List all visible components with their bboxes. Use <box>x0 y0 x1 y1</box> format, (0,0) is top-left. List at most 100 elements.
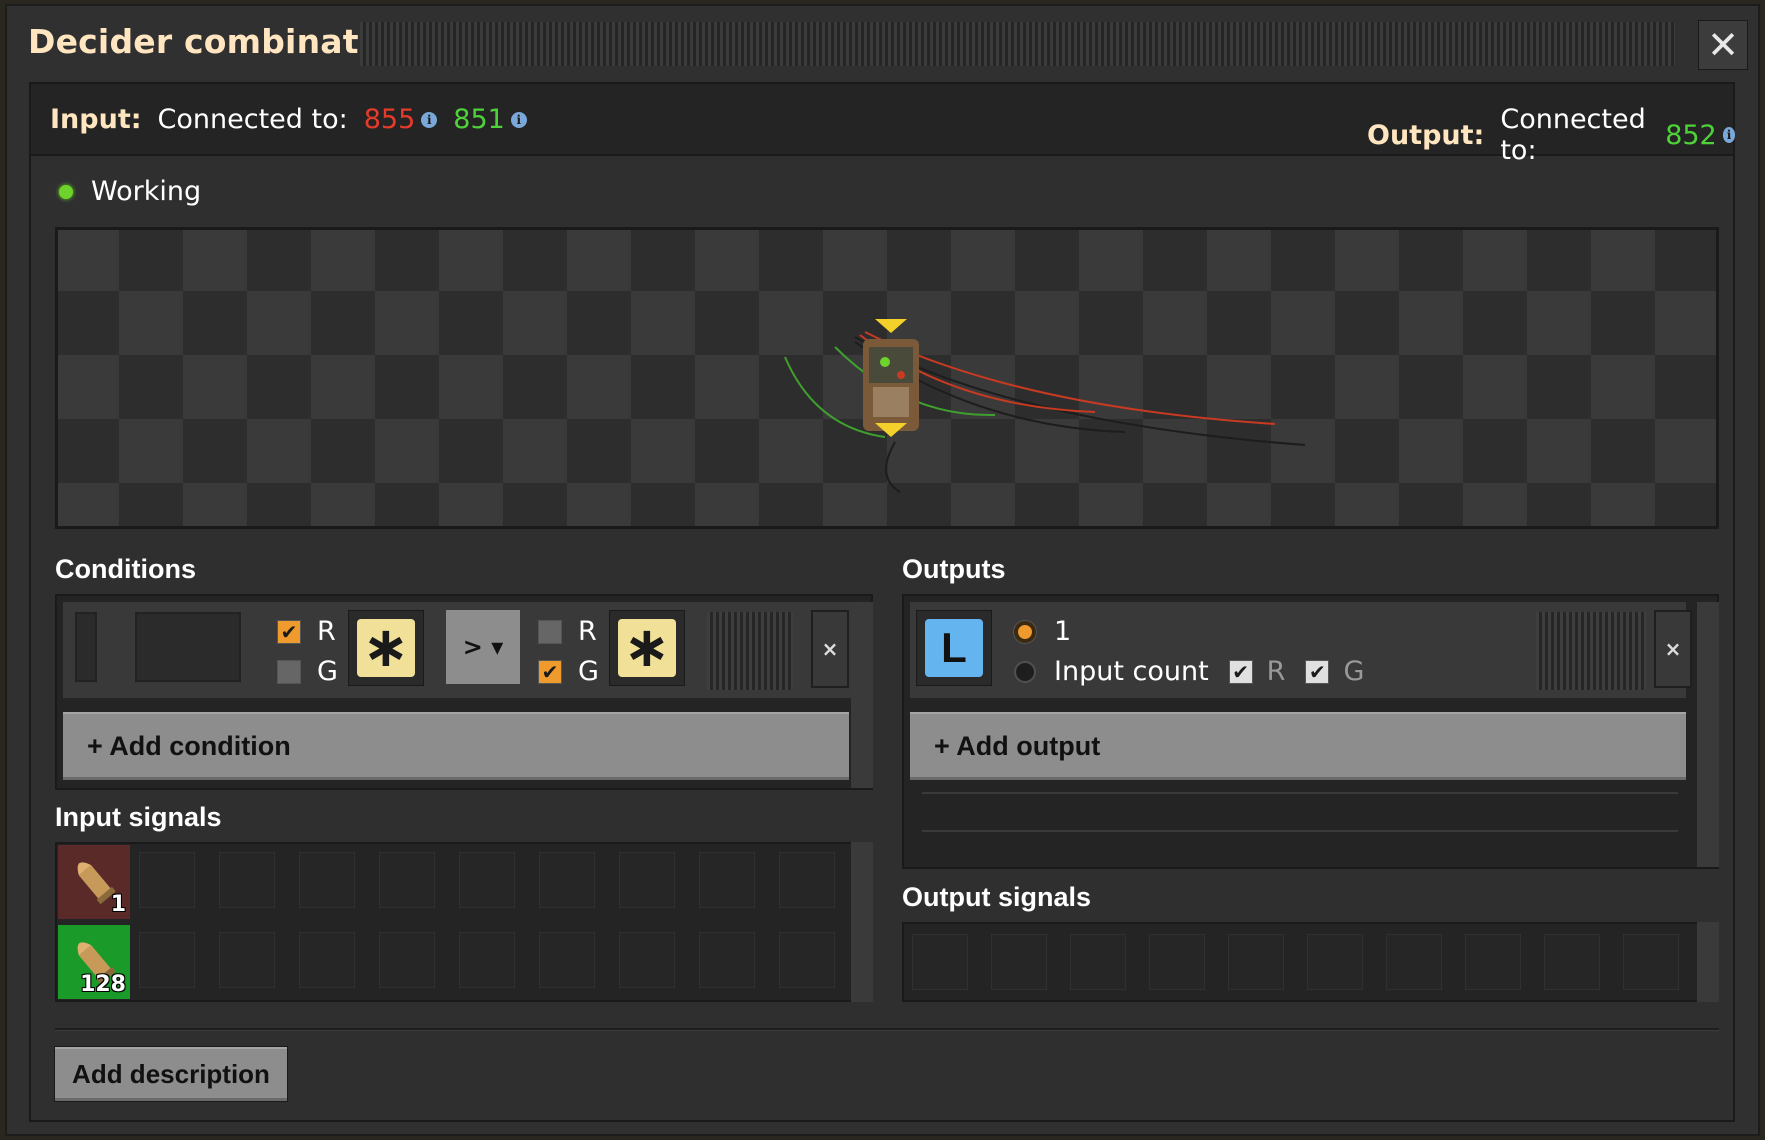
green-wire-label: G <box>578 656 599 687</box>
window-title: Decider combinator <box>28 22 399 61</box>
checkbox-empty-icon[interactable] <box>538 619 562 644</box>
signal-slot <box>379 852 435 908</box>
drag-handle[interactable] <box>360 22 1675 66</box>
info-icon[interactable]: i <box>1722 127 1736 143</box>
right-signal-button[interactable]: ∗ <box>609 610 685 686</box>
output-signals-heading: Output signals <box>902 882 1091 912</box>
input-signals-scrollbar[interactable] <box>851 842 873 1002</box>
signal-slot <box>139 852 195 908</box>
add-condition-button[interactable]: + Add condition <box>63 712 849 780</box>
signal-slot <box>991 934 1047 990</box>
checkbox-empty-icon[interactable] <box>277 659 301 684</box>
input-signals-heading: Input signals <box>55 802 222 832</box>
status-dot-icon <box>59 184 73 199</box>
outputs-panel: L 1 Input count ✔ R ✔ G × + Add output <box>902 594 1719 869</box>
divider <box>922 830 1678 832</box>
input-label: Input: <box>50 104 142 135</box>
signal-slot <box>619 852 675 908</box>
signal-slot <box>1544 934 1600 990</box>
each-signal-icon: ∗ <box>618 619 676 677</box>
radio-empty-icon[interactable] <box>1014 660 1036 683</box>
checkbox-checked-icon[interactable]: ✔ <box>538 659 562 684</box>
output-input-count-option[interactable]: Input count ✔ R ✔ G <box>1014 656 1364 687</box>
signal-slot <box>779 932 835 988</box>
signal-slot <box>1228 934 1284 990</box>
condition-drag-handle[interactable] <box>707 612 793 690</box>
comparator-dropdown[interactable]: > ▾ <box>446 610 520 684</box>
info-icon[interactable]: i <box>510 111 527 128</box>
conditions-scrollbar[interactable] <box>851 602 873 788</box>
signal-slot <box>139 932 195 988</box>
signal-slot <box>539 852 595 908</box>
input-green-network-id: 851 <box>453 104 505 135</box>
signal-slot <box>459 932 515 988</box>
signal-slot <box>539 932 595 988</box>
outputs-scrollbar[interactable] <box>1697 602 1719 867</box>
right-green-wire-toggle[interactable]: ✔ G <box>538 656 599 687</box>
status-text: Working <box>91 176 202 207</box>
left-red-wire-toggle[interactable]: ✔ R <box>277 616 336 647</box>
signal-slot <box>379 932 435 988</box>
right-red-wire-toggle[interactable]: R <box>538 616 597 647</box>
decider-combinator-window: Decider combinator ✕ Input: Connected to… <box>5 4 1760 1136</box>
signal-count: 128 <box>80 972 126 997</box>
close-button[interactable]: ✕ <box>1698 20 1748 70</box>
signal-slot <box>1149 934 1205 990</box>
left-signal-button[interactable]: ∗ <box>348 610 424 686</box>
signal-slot <box>299 932 355 988</box>
output-signals-panel <box>902 922 1719 1002</box>
signal-slot <box>1070 934 1126 990</box>
signal-slot <box>459 852 515 908</box>
checkbox-checked-icon[interactable]: ✔ <box>1305 659 1330 684</box>
signal-l-icon: L <box>925 619 983 677</box>
input-connections: Input: Connected to: 855 i 851 i <box>50 104 543 135</box>
info-icon[interactable]: i <box>421 111 438 128</box>
input-signal-green[interactable]: 128 <box>58 925 130 999</box>
status-indicator: Working <box>59 176 201 207</box>
outputs-heading: Outputs <box>902 554 1006 584</box>
footer-divider <box>55 1028 1719 1030</box>
add-output-button[interactable]: + Add output <box>910 712 1686 780</box>
input-signal-red[interactable]: 1 <box>58 845 130 919</box>
conditions-panel: ✔ R G ∗ > ▾ R ✔ G ∗ × + Add condition <box>55 594 873 790</box>
content-panel: Input: Connected to: 855 i 851 i Output:… <box>29 82 1736 1122</box>
radio-selected-icon[interactable] <box>1014 620 1036 643</box>
add-description-button[interactable]: Add description <box>55 1047 287 1101</box>
signal-slot <box>1386 934 1442 990</box>
signal-slot <box>699 852 755 908</box>
output-constant-option[interactable]: 1 <box>1014 616 1071 647</box>
signal-count: 1 <box>110 892 126 917</box>
green-wire-label: G <box>317 656 338 687</box>
output-signal-button[interactable]: L <box>916 610 992 686</box>
signal-slot <box>219 852 275 908</box>
output-row: L 1 Input count ✔ R ✔ G × <box>910 602 1692 698</box>
output-signals-scrollbar[interactable] <box>1697 922 1719 1002</box>
output-constant-label: 1 <box>1054 616 1072 647</box>
remove-condition-button[interactable]: × <box>811 610 849 688</box>
entity-preview[interactable] <box>55 227 1719 529</box>
signal-slot <box>1465 934 1521 990</box>
red-wire-label: R <box>317 616 336 647</box>
output-green-network-id: 852 <box>1665 119 1717 151</box>
signal-slot <box>219 932 275 988</box>
checkbox-checked-icon[interactable]: ✔ <box>1228 659 1253 684</box>
red-wire-label: R <box>1266 656 1286 687</box>
signal-slot <box>619 932 675 988</box>
signal-slot <box>699 932 755 988</box>
title-bar[interactable]: Decider combinator ✕ <box>5 4 1760 80</box>
remove-output-button[interactable]: × <box>1654 610 1692 688</box>
signal-slot <box>1307 934 1363 990</box>
green-wire-label: G <box>1343 656 1365 687</box>
input-connected-to: Connected to: <box>157 104 348 135</box>
checkbox-checked-icon[interactable]: ✔ <box>277 619 301 644</box>
output-drag-handle[interactable] <box>1536 612 1646 690</box>
signal-slot <box>779 852 835 908</box>
signal-slot <box>299 852 355 908</box>
conditions-heading: Conditions <box>55 554 196 584</box>
input-signals-panel: 1 128 <box>55 842 873 1002</box>
each-signal-icon: ∗ <box>357 619 415 677</box>
output-connected-to: Connected to: <box>1500 104 1646 166</box>
output-input-count-label: Input count <box>1054 656 1209 687</box>
left-green-wire-toggle[interactable]: G <box>277 656 338 687</box>
red-wire-label: R <box>578 616 597 647</box>
